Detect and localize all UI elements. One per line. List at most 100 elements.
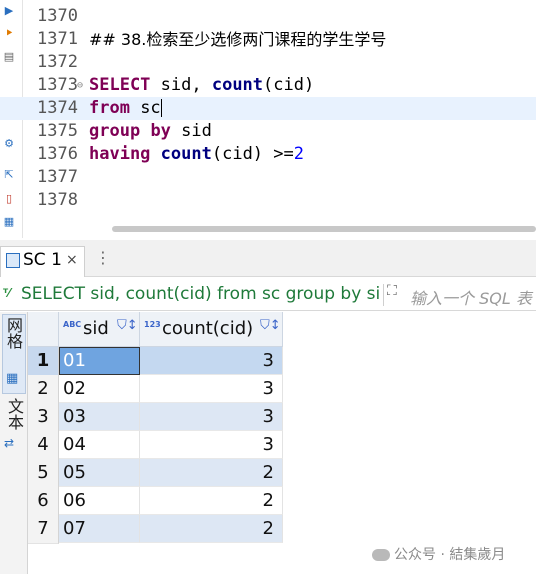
row-number[interactable]: 6 — [28, 487, 59, 516]
more-tabs-icon[interactable]: ⋮ — [95, 248, 111, 267]
function-name: count — [160, 144, 212, 164]
cell-count[interactable]: 3 — [140, 375, 283, 403]
cell-sid[interactable]: 05 — [59, 459, 140, 487]
result-grid[interactable]: ABC sid ⛉↕ 123 count(cid) ⛉↕ 1 01 3 2 02… — [28, 312, 536, 574]
keyword: from — [89, 98, 130, 118]
grid-view-label: 网格 — [4, 317, 23, 349]
line-number: 1374 — [37, 98, 78, 118]
table-row[interactable]: 3 03 3 — [28, 403, 283, 432]
expand-icon[interactable]: ⛶ — [387, 283, 397, 299]
cell-sid[interactable]: 04 — [59, 431, 140, 459]
keyword: having — [89, 144, 151, 164]
code-text: ## 38.检索至少选修两门课程的学生学号 — [89, 28, 386, 52]
line-number: 1375 — [37, 121, 78, 141]
string-type-icon: ABC — [63, 320, 82, 329]
code-line[interactable]: 1373 ⊖ SELECT sid, count(cid) — [0, 74, 536, 97]
comment-text: ## 38.检索至少选修两门课程的学生学号 — [89, 30, 387, 49]
code-text: having count(cid) >=2 — [89, 143, 304, 166]
filter-sort-icon[interactable]: ⛉↕ — [117, 318, 138, 333]
code-line[interactable]: 1371 ## 38.检索至少选修两门课程的学生学号 — [0, 28, 536, 51]
horizontal-scrollbar[interactable] — [112, 226, 536, 232]
code-line[interactable]: 1375 group by sid — [0, 120, 536, 143]
sql-editor[interactable]: ▶ ⯈ ▤ ⚙ ⇱ ▯ ▦ 1370 1371 ## 38.检索至少选修两门课程… — [0, 0, 536, 238]
row-number[interactable]: 5 — [28, 459, 59, 488]
keyword: by — [150, 121, 171, 141]
code-text: SELECT sid, count(cid) — [89, 74, 314, 97]
code-line[interactable]: 1378 — [0, 189, 536, 212]
code-line[interactable]: 1376 having count(cid) >=2 — [0, 143, 536, 166]
row-number[interactable]: 7 — [28, 515, 59, 544]
code-fragment: sid, — [150, 75, 212, 95]
document-icon[interactable]: ▦ — [2, 215, 16, 229]
code-fragment: sc — [129, 98, 161, 118]
function-name: count — [211, 75, 264, 95]
line-number: 1372 — [37, 52, 78, 72]
code-fragment: sid — [170, 121, 212, 141]
number-literal: 2 — [293, 144, 304, 164]
fold-toggle-icon[interactable]: ⊖ — [77, 74, 83, 97]
cell-sid[interactable]: 06 — [59, 487, 140, 515]
watermark: 公众号 · 結集歲月 — [372, 544, 505, 564]
table-row[interactable]: 4 04 3 — [28, 431, 283, 460]
code-line[interactable]: 1370 — [0, 5, 536, 28]
cell-sid[interactable]: 01 — [59, 347, 140, 375]
filter-sort-icon[interactable]: ⛉↕ — [260, 318, 281, 333]
keyword: group — [89, 121, 141, 141]
table-row[interactable]: 6 06 2 — [28, 487, 283, 516]
filter-input[interactable]: 输入一个 SQL 表 — [410, 285, 532, 309]
code-text: from sc — [89, 97, 162, 120]
row-number[interactable]: 3 — [28, 403, 59, 432]
code-text: group by sid — [89, 120, 212, 143]
line-number: 1376 — [37, 144, 78, 164]
line-number: 1373 — [37, 75, 78, 95]
cell-count[interactable]: 2 — [140, 515, 283, 543]
wechat-icon — [372, 549, 390, 561]
cell-count[interactable]: 3 — [140, 347, 283, 375]
code-fragment: (cid) — [263, 75, 315, 95]
results-tab-bar: SC 1 × ⋮ — [0, 240, 536, 277]
line-number: 1378 — [37, 190, 78, 210]
divider — [383, 284, 384, 306]
row-number[interactable]: 1 — [28, 347, 59, 376]
column-header-sid[interactable]: ABC sid ⛉↕ — [59, 312, 140, 347]
grid-corner[interactable] — [28, 312, 59, 347]
cell-sid[interactable]: 02 — [59, 375, 140, 403]
row-number[interactable]: 4 — [28, 431, 59, 460]
code-line[interactable]: 1372 — [0, 51, 536, 74]
table-row[interactable]: 2 02 3 — [28, 375, 283, 404]
number-type-icon: 123 — [144, 320, 161, 329]
column-name: sid — [83, 318, 109, 339]
cell-sid[interactable]: 07 — [59, 515, 140, 543]
tab-title: SC 1 — [23, 250, 62, 270]
view-mode-panel: 网格 ▦ 文本 ⇄ — [0, 312, 28, 574]
code-fragment: (cid) >= — [211, 144, 294, 164]
cell-count[interactable]: 3 — [140, 431, 283, 459]
tab-results-sc1[interactable]: SC 1 × — [0, 246, 85, 277]
text-caret — [160, 99, 162, 117]
column-header-count[interactable]: 123 count(cid) ⛉↕ — [140, 312, 283, 347]
sql-filter-icon: ᵀ⁄ — [3, 286, 11, 300]
table-row[interactable]: 1 01 3 — [28, 347, 283, 376]
table-row[interactable]: 5 05 2 — [28, 459, 283, 488]
cell-count[interactable]: 2 — [140, 487, 283, 515]
cell-sid[interactable]: 03 — [59, 403, 140, 431]
close-icon[interactable]: × — [66, 252, 78, 268]
line-number: 1370 — [37, 6, 78, 26]
query-text[interactable]: SELECT sid, count(cid) from sc group by … — [21, 284, 381, 304]
code-line-current[interactable]: 1374 from sc — [0, 97, 536, 120]
row-number[interactable]: 2 — [28, 375, 59, 404]
code-line[interactable]: 1377 — [0, 166, 536, 189]
cell-count[interactable]: 3 — [140, 403, 283, 431]
table-icon — [6, 253, 20, 268]
cell-count[interactable]: 2 — [140, 459, 283, 487]
text-view-icon: ⇄ — [4, 436, 15, 450]
filter-bar: ᵀ⁄ SELECT sid, count(cid) from sc group … — [0, 280, 536, 311]
grid-icon: ▦ — [6, 371, 19, 386]
line-number: 1371 — [37, 29, 78, 49]
grid-view-tab[interactable]: 网格 ▦ — [2, 314, 26, 394]
keyword: SELECT — [89, 75, 151, 95]
watermark-text: 公众号 · 結集歲月 — [394, 547, 506, 563]
table-row[interactable]: 7 07 2 — [28, 515, 283, 544]
text-view-tab[interactable]: 文本 — [5, 398, 24, 430]
column-name: count(cid) — [162, 318, 254, 339]
